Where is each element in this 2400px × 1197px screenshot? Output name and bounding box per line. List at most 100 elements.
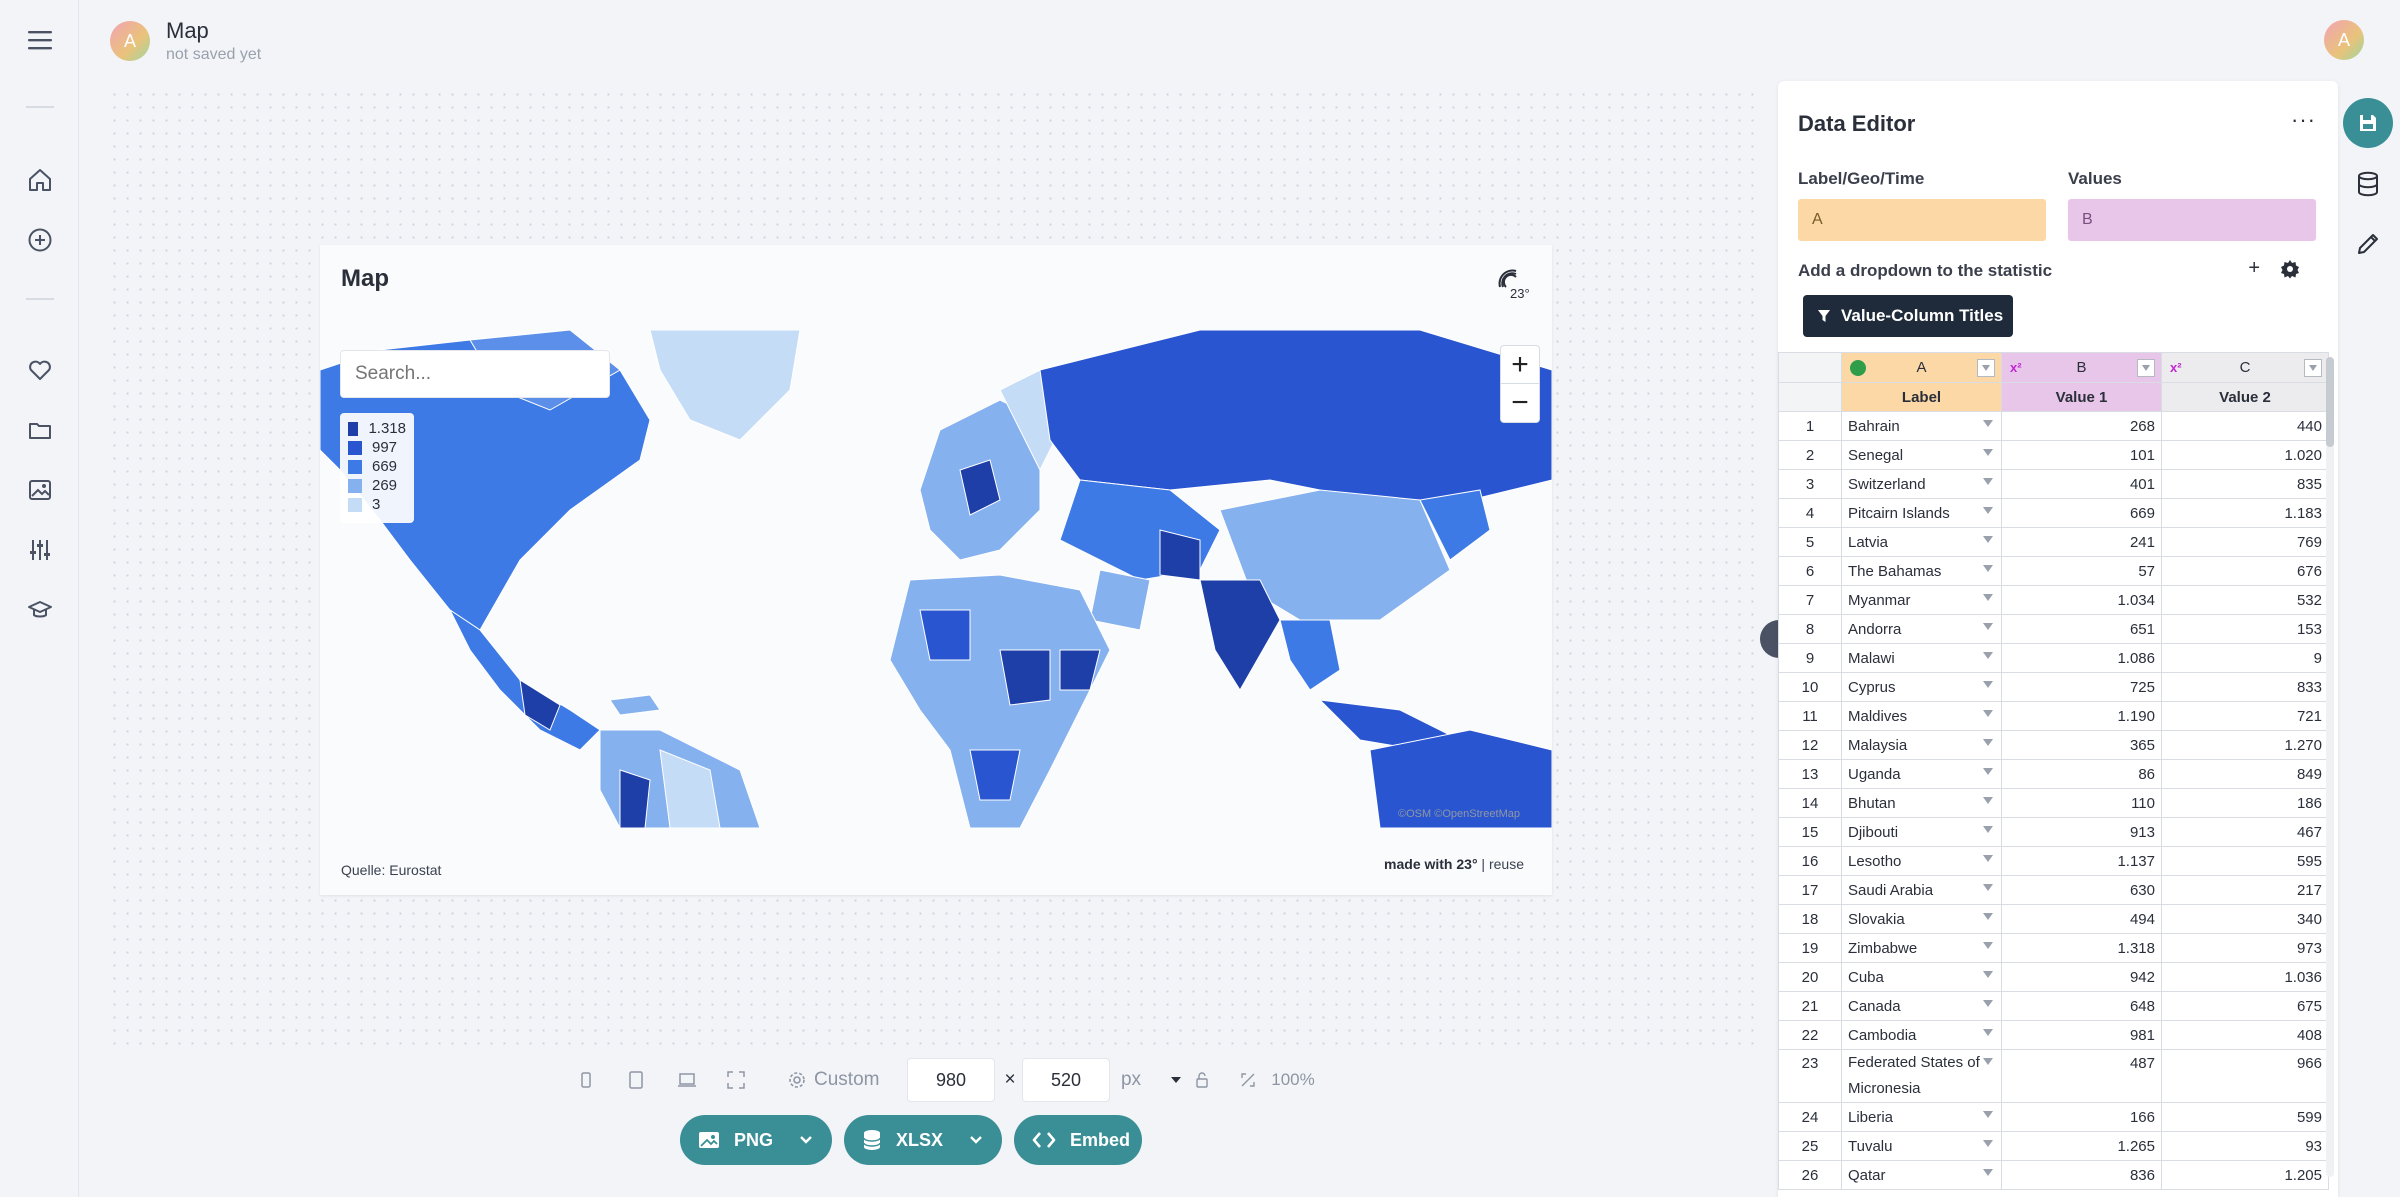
value-1-cell[interactable]: 110 bbox=[2001, 788, 2162, 818]
row-number[interactable]: 1 bbox=[1778, 411, 1842, 441]
value-1-cell[interactable]: 836 bbox=[2001, 1160, 2162, 1190]
cell-dropdown-icon[interactable] bbox=[1983, 623, 1993, 630]
menu-icon[interactable] bbox=[22, 22, 58, 58]
row-number[interactable]: 20 bbox=[1778, 962, 1842, 992]
label-cell[interactable]: Liberia bbox=[1841, 1102, 2002, 1132]
label-cell[interactable]: Canada bbox=[1841, 991, 2002, 1021]
fit-scale-icon[interactable] bbox=[1236, 1068, 1260, 1092]
label-cell[interactable]: Federated States of Micronesia bbox=[1841, 1049, 2002, 1103]
chevron-down-icon[interactable] bbox=[968, 1129, 984, 1154]
cell-dropdown-icon[interactable] bbox=[1983, 1000, 1993, 1007]
label-cell[interactable]: Cambodia bbox=[1841, 1020, 2002, 1050]
select-all-cell[interactable] bbox=[1778, 352, 1842, 383]
value-1-cell[interactable]: 1.034 bbox=[2001, 585, 2162, 615]
cell-dropdown-icon[interactable] bbox=[1983, 681, 1993, 688]
document-title[interactable]: Map bbox=[166, 18, 209, 44]
label-cell[interactable]: Switzerland bbox=[1841, 469, 2002, 499]
label-cell[interactable]: Saudi Arabia bbox=[1841, 875, 2002, 905]
value-1-cell[interactable]: 913 bbox=[2001, 817, 2162, 847]
value-2-cell[interactable]: 676 bbox=[2161, 556, 2329, 586]
tablet-preview-icon[interactable] bbox=[625, 1068, 647, 1092]
label-column-select[interactable]: A bbox=[1798, 199, 2046, 241]
cell-dropdown-icon[interactable] bbox=[1983, 884, 1993, 891]
home-icon[interactable] bbox=[22, 162, 58, 198]
label-cell[interactable]: Djibouti bbox=[1841, 817, 2002, 847]
cell-dropdown-icon[interactable] bbox=[1983, 826, 1993, 833]
value-1-cell[interactable]: 1.086 bbox=[2001, 643, 2162, 673]
value-2-cell[interactable]: 595 bbox=[2161, 846, 2329, 876]
gear-icon[interactable] bbox=[2280, 259, 2300, 279]
cell-dropdown-icon[interactable] bbox=[1983, 797, 1993, 804]
column-name-value-2[interactable]: Value 2 bbox=[2161, 382, 2329, 412]
value-1-cell[interactable]: 725 bbox=[2001, 672, 2162, 702]
label-cell[interactable]: Cuba bbox=[1841, 962, 2002, 992]
reuse-link[interactable]: reuse bbox=[1489, 856, 1524, 872]
label-cell[interactable]: Latvia bbox=[1841, 527, 2002, 557]
value-2-cell[interactable]: 532 bbox=[2161, 585, 2329, 615]
label-cell[interactable]: Maldives bbox=[1841, 701, 2002, 731]
value-2-cell[interactable]: 1.020 bbox=[2161, 440, 2329, 470]
row-number[interactable]: 8 bbox=[1778, 614, 1842, 644]
cell-dropdown-icon[interactable] bbox=[1983, 768, 1993, 775]
cell-dropdown-icon[interactable] bbox=[1983, 420, 1993, 427]
graduation-cap-icon[interactable] bbox=[22, 592, 58, 628]
label-cell[interactable]: Lesotho bbox=[1841, 846, 2002, 876]
made-with-link[interactable]: made with 23° bbox=[1384, 856, 1478, 872]
aspect-lock-icon[interactable] bbox=[1190, 1068, 1214, 1092]
label-cell[interactable]: Tuvalu bbox=[1841, 1131, 2002, 1161]
label-cell[interactable]: Cyprus bbox=[1841, 672, 2002, 702]
row-number[interactable]: 18 bbox=[1778, 904, 1842, 934]
value-1-cell[interactable]: 981 bbox=[2001, 1020, 2162, 1050]
value-2-cell[interactable]: 186 bbox=[2161, 788, 2329, 818]
row-number[interactable]: 3 bbox=[1778, 469, 1842, 499]
embed-button[interactable]: Embed bbox=[1014, 1115, 1142, 1165]
value-2-cell[interactable]: 721 bbox=[2161, 701, 2329, 731]
cell-dropdown-icon[interactable] bbox=[1983, 449, 1993, 456]
row-number[interactable]: 24 bbox=[1778, 1102, 1842, 1132]
fullscreen-icon[interactable] bbox=[724, 1068, 748, 1092]
value-2-cell[interactable]: 9 bbox=[2161, 643, 2329, 673]
export-png-button[interactable]: PNG bbox=[680, 1115, 832, 1165]
value-2-cell[interactable]: 467 bbox=[2161, 817, 2329, 847]
label-cell[interactable]: Myanmar bbox=[1841, 585, 2002, 615]
column-filter-button[interactable] bbox=[2137, 359, 2155, 377]
value-2-cell[interactable]: 769 bbox=[2161, 527, 2329, 557]
custom-size-button[interactable]: Custom bbox=[788, 1068, 888, 1092]
value-2-cell[interactable]: 973 bbox=[2161, 933, 2329, 963]
row-number[interactable]: 2 bbox=[1778, 440, 1842, 470]
value-2-cell[interactable]: 1.205 bbox=[2161, 1160, 2329, 1190]
label-cell[interactable]: Senegal bbox=[1841, 440, 2002, 470]
sliders-icon[interactable] bbox=[22, 532, 58, 568]
value-column-titles-button[interactable]: Value-Column Titles bbox=[1803, 295, 2013, 337]
cell-dropdown-icon[interactable] bbox=[1983, 594, 1993, 601]
column-header-b[interactable]: x² B bbox=[2001, 352, 2162, 383]
value-1-cell[interactable]: 86 bbox=[2001, 759, 2162, 789]
heart-icon[interactable] bbox=[22, 352, 58, 388]
value-2-cell[interactable]: 340 bbox=[2161, 904, 2329, 934]
label-cell[interactable]: Slovakia bbox=[1841, 904, 2002, 934]
row-number[interactable]: 17 bbox=[1778, 875, 1842, 905]
column-name-label[interactable]: Label bbox=[1841, 382, 2002, 412]
label-cell[interactable]: The Bahamas bbox=[1841, 556, 2002, 586]
value-2-cell[interactable]: 153 bbox=[2161, 614, 2329, 644]
value-2-cell[interactable]: 93 bbox=[2161, 1131, 2329, 1161]
design-tab[interactable] bbox=[2342, 218, 2394, 270]
label-cell[interactable]: Qatar bbox=[1841, 1160, 2002, 1190]
value-1-cell[interactable]: 494 bbox=[2001, 904, 2162, 934]
cell-dropdown-icon[interactable] bbox=[1983, 913, 1993, 920]
value-1-cell[interactable]: 166 bbox=[2001, 1102, 2162, 1132]
values-column-select[interactable]: B bbox=[2068, 199, 2316, 241]
value-2-cell[interactable]: 1.036 bbox=[2161, 962, 2329, 992]
phone-preview-icon[interactable] bbox=[576, 1068, 596, 1092]
more-options-button[interactable]: ··· bbox=[2291, 107, 2316, 133]
value-1-cell[interactable]: 1.318 bbox=[2001, 933, 2162, 963]
add-icon[interactable] bbox=[22, 222, 58, 258]
cell-dropdown-icon[interactable] bbox=[1983, 1029, 1993, 1036]
folder-icon[interactable] bbox=[22, 412, 58, 448]
value-1-cell[interactable]: 942 bbox=[2001, 962, 2162, 992]
value-1-cell[interactable]: 401 bbox=[2001, 469, 2162, 499]
row-number[interactable]: 26 bbox=[1778, 1160, 1842, 1190]
row-number[interactable]: 5 bbox=[1778, 527, 1842, 557]
row-number[interactable]: 10 bbox=[1778, 672, 1842, 702]
row-number[interactable]: 9 bbox=[1778, 643, 1842, 673]
